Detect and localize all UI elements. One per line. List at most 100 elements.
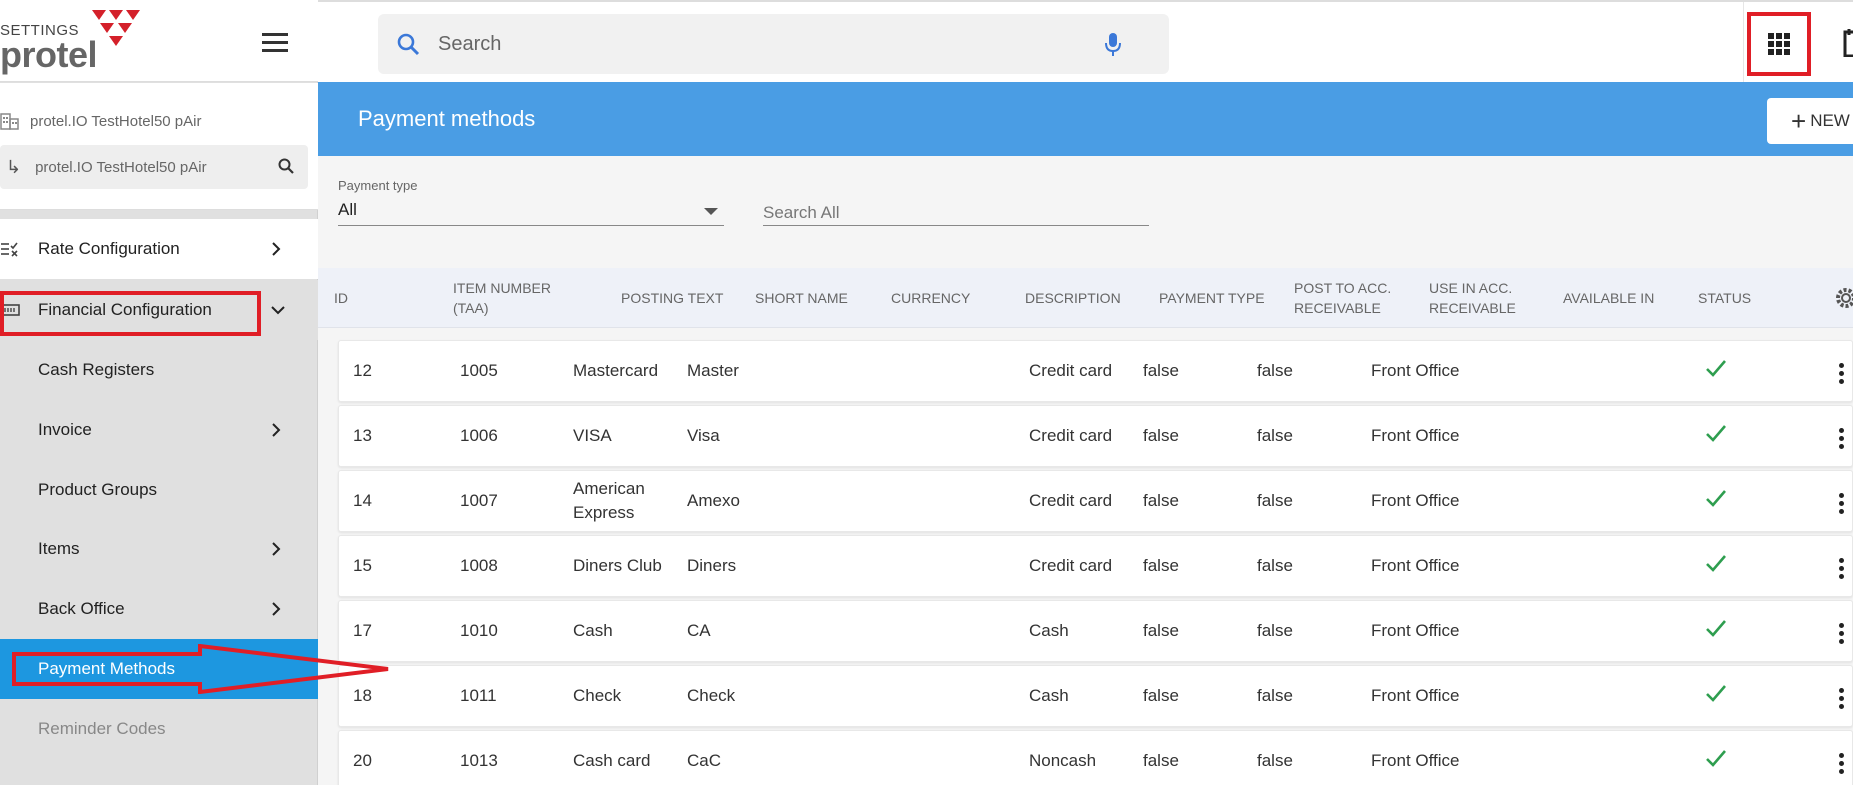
table-row[interactable]: 20 1013 Cash card CaC Noncash false false Front… <box>338 730 1853 785</box>
column-header[interactable]: POST TO ACC. RECEIVABLE <box>1294 268 1409 328</box>
cell-item-number: 1010 <box>460 621 498 640</box>
cell-posting-text: Mastercard <box>573 361 659 380</box>
cell-description <box>917 471 1027 531</box>
chevron-down-icon <box>271 306 285 315</box>
new-payment-method-button[interactable]: + NEW <box>1767 98 1853 144</box>
cell-available-in: Front Office <box>1371 426 1460 445</box>
search-icon <box>397 33 420 56</box>
cell-currency <box>803 666 913 726</box>
cell-payment-type: Credit card <box>1029 426 1113 445</box>
column-header[interactable]: CURRENCY <box>891 268 1006 328</box>
check-icon <box>1706 555 1726 572</box>
cell-short-name: Diners <box>687 556 737 575</box>
more-vert-icon[interactable] <box>1839 493 1847 514</box>
cell-description <box>917 341 1027 401</box>
more-vert-icon[interactable] <box>1839 753 1847 774</box>
cell-posting-text: Check <box>573 686 622 705</box>
page-header: Payment methods + NEW <box>318 82 1853 156</box>
payment-type-value: All <box>338 200 357 219</box>
column-header[interactable]: POSTING TEXT <box>621 268 736 328</box>
sidebar-item-product-groups[interactable]: Product Groups <box>0 460 318 520</box>
search-icon[interactable] <box>278 158 294 174</box>
sidebar-item-invoice[interactable]: Invoice <box>0 400 318 460</box>
sidebar-item-label: Cash Registers <box>38 360 155 379</box>
more-vert-icon[interactable] <box>1839 558 1847 579</box>
table-row[interactable]: 18 1011 Check Check Cash false false Front Offi… <box>338 665 1853 727</box>
cell-currency <box>803 731 913 785</box>
cell-post-to-acc: false <box>1143 361 1179 380</box>
table-row[interactable]: 17 1010 Cash CA Cash false false Front Office <box>338 600 1853 662</box>
dropdown-arrow-icon <box>704 208 718 215</box>
cell-description <box>917 601 1027 661</box>
table-row[interactable]: 14 1007 American Express Amexo Credit card fa… <box>338 470 1853 532</box>
column-header[interactable]: STATUS <box>1698 268 1778 328</box>
protel-logo-icon <box>92 10 140 46</box>
cell-available-in: Front Office <box>1371 751 1460 770</box>
hamburger-menu-icon[interactable] <box>262 33 288 53</box>
table-row[interactable]: 12 1005 Mastercard Master Credit card false fa… <box>338 340 1853 402</box>
cell-use-in-acc: false <box>1257 361 1293 380</box>
cell-payment-type: Cash <box>1029 686 1069 705</box>
table-row[interactable]: 13 1006 VISA Visa Credit card false false Front… <box>338 405 1853 467</box>
payment-type-select[interactable]: All <box>338 196 724 226</box>
gear-icon[interactable] <box>1834 286 1853 310</box>
cell-currency <box>803 601 913 661</box>
check-icon <box>1706 490 1726 507</box>
column-header[interactable]: ID <box>334 268 449 328</box>
table-row[interactable]: 15 1008 Diners Club Diners Credit card false f… <box>338 535 1853 597</box>
cell-use-in-acc: false <box>1257 556 1293 575</box>
cell-use-in-acc: false <box>1257 426 1293 445</box>
column-header[interactable]: ITEM NUMBER (TAA) <box>453 268 568 328</box>
more-vert-icon[interactable] <box>1839 363 1847 384</box>
column-header[interactable]: DESCRIPTION <box>1025 268 1140 328</box>
filter-bar: Payment type All <box>318 156 1853 268</box>
cell-use-in-acc: false <box>1257 621 1293 640</box>
calendar-icon[interactable] <box>1843 29 1853 57</box>
search-all-input[interactable] <box>763 196 1149 226</box>
sidebar-item-back-office[interactable]: Back Office <box>0 579 318 639</box>
cell-available-in: Front Office <box>1371 686 1460 705</box>
cell-available-in: Front Office <box>1371 491 1460 510</box>
cell-payment-type: Credit card <box>1029 556 1113 575</box>
column-header[interactable]: AVAILABLE IN <box>1563 268 1678 328</box>
cell-post-to-acc: false <box>1143 426 1179 445</box>
hotel-selector[interactable]: ↳ protel.IO TestHotel50 pAir <box>0 145 308 189</box>
global-search-input[interactable] <box>438 28 1058 60</box>
cell-id: 12 <box>353 361 372 380</box>
cell-post-to-acc: false <box>1143 621 1179 640</box>
cell-short-name: Visa <box>687 426 720 445</box>
more-vert-icon[interactable] <box>1839 428 1847 449</box>
cell-use-in-acc: false <box>1257 686 1293 705</box>
hotel-selector-text: protel.IO TestHotel50 pAir <box>35 158 207 176</box>
cell-currency <box>803 341 913 401</box>
payment-methods-table: ID ITEM NUMBER (TAA) POSTING TEXT SHORT NAM… <box>318 268 1853 785</box>
cell-available-in: Front Office <box>1371 621 1460 640</box>
cell-use-in-acc: false <box>1257 491 1293 510</box>
column-header[interactable]: USE IN ACC. RECEIVABLE <box>1429 268 1544 328</box>
sidebar-item-items[interactable]: Items <box>0 519 318 579</box>
sidebar-item-reminder-codes[interactable]: Reminder Codes <box>0 699 318 759</box>
column-header[interactable]: PAYMENT TYPE <box>1159 268 1274 328</box>
hotel-name: protel.IO TestHotel50 pAir <box>0 111 201 131</box>
cell-description <box>917 666 1027 726</box>
cell-id: 13 <box>353 426 372 445</box>
cell-posting-text: VISA <box>573 426 612 445</box>
more-vert-icon[interactable] <box>1839 623 1847 644</box>
cell-posting-text: Cash card <box>573 751 651 770</box>
annotation-arrow-icon <box>12 644 389 694</box>
column-header[interactable]: SHORT NAME <box>755 268 870 328</box>
cell-id: 20 <box>353 751 372 770</box>
more-vert-icon[interactable] <box>1839 688 1847 709</box>
check-icon <box>1706 620 1726 637</box>
check-icon <box>1706 685 1726 702</box>
cell-post-to-acc: false <box>1143 556 1179 575</box>
sidebar-item-label: Back Office <box>38 599 125 618</box>
rate-list-icon <box>1 242 18 257</box>
cell-available-in: Front Office <box>1371 361 1460 380</box>
building-icon <box>0 113 19 130</box>
sidebar-item-rate-configuration[interactable]: Rate Configuration <box>0 219 318 279</box>
global-search-box[interactable] <box>378 14 1169 74</box>
sidebar-item-cash-registers[interactable]: Cash Registers <box>0 340 318 400</box>
sidebar-item-label: Items <box>38 539 80 558</box>
mic-icon[interactable] <box>1104 32 1122 58</box>
